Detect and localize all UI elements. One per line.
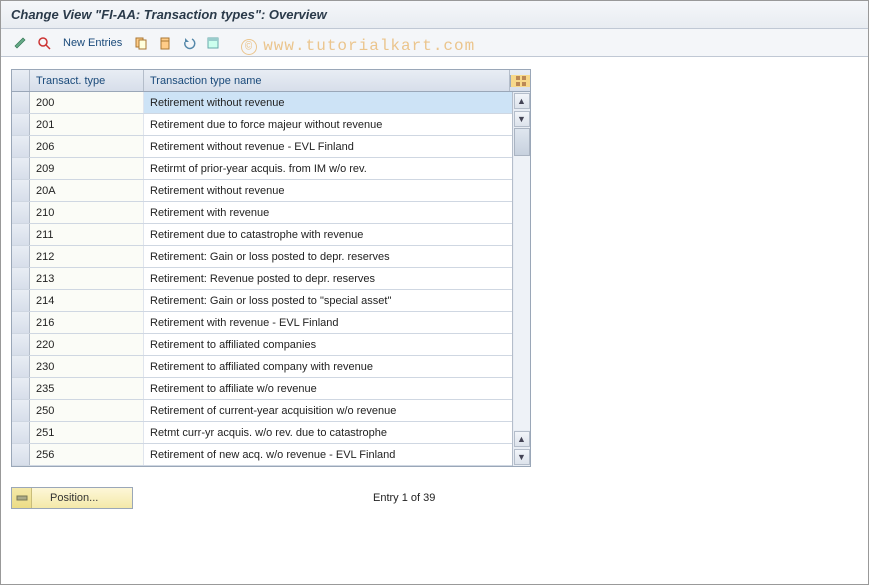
row-selector[interactable] xyxy=(12,400,30,421)
row-selector[interactable] xyxy=(12,378,30,399)
table-body: 200Retirement without revenue201Retireme… xyxy=(12,92,530,466)
cell-name[interactable]: Retirement to affiliated companies xyxy=(144,334,530,355)
cell-name[interactable]: Retirement of current-year acquisition w… xyxy=(144,400,530,421)
row-selector[interactable] xyxy=(12,136,30,157)
row-selector[interactable] xyxy=(12,224,30,245)
table-config-icon[interactable] xyxy=(510,75,530,87)
cell-type[interactable]: 20A xyxy=(30,180,144,201)
table-row[interactable]: 20ARetirement without revenue xyxy=(12,180,530,202)
table-row[interactable]: 250Retirement of current-year acquisitio… xyxy=(12,400,530,422)
cell-name[interactable]: Retirement of new acq. w/o revenue - EVL… xyxy=(144,444,530,465)
cell-name[interactable]: Retirement without revenue - EVL Finland xyxy=(144,136,530,157)
table-row[interactable]: 230Retirement to affiliated company with… xyxy=(12,356,530,378)
cell-type[interactable]: 209 xyxy=(30,158,144,179)
cell-type[interactable]: 214 xyxy=(30,290,144,311)
cell-type[interactable]: 216 xyxy=(30,312,144,333)
scroll-thumb[interactable] xyxy=(514,128,530,156)
scroll-track[interactable] xyxy=(514,128,530,430)
cell-name[interactable]: Retirement: Revenue posted to depr. rese… xyxy=(144,268,530,289)
row-selector[interactable] xyxy=(12,180,30,201)
table-row[interactable]: 256Retirement of new acq. w/o revenue - … xyxy=(12,444,530,466)
cell-name[interactable]: Retirement without revenue xyxy=(144,92,530,113)
row-selector[interactable] xyxy=(12,444,30,465)
page-header: Change View "FI-AA: Transaction types": … xyxy=(1,1,868,29)
vertical-scrollbar[interactable]: ▲ ▼ ▲ ▼ xyxy=(512,92,530,466)
cell-type[interactable]: 235 xyxy=(30,378,144,399)
cell-name[interactable]: Retirmt of prior-year acquis. from IM w/… xyxy=(144,158,530,179)
row-selector[interactable] xyxy=(12,290,30,311)
cell-type[interactable]: 206 xyxy=(30,136,144,157)
page-title: Change View "FI-AA: Transaction types": … xyxy=(11,7,327,22)
cell-name[interactable]: Retirement due to force majeur without r… xyxy=(144,114,530,135)
details-icon[interactable] xyxy=(35,34,53,52)
row-selector[interactable] xyxy=(12,114,30,135)
table-row[interactable]: 211Retirement due to catastrophe with re… xyxy=(12,224,530,246)
cell-name[interactable]: Retirement: Gain or loss posted to "spec… xyxy=(144,290,530,311)
scroll-up-icon[interactable]: ▲ xyxy=(514,93,530,109)
cell-type[interactable]: 200 xyxy=(30,92,144,113)
cell-type[interactable]: 220 xyxy=(30,334,144,355)
row-selector[interactable] xyxy=(12,202,30,223)
cell-name[interactable]: Retmt curr-yr acquis. w/o rev. due to ca… xyxy=(144,422,530,443)
table-row[interactable]: 209Retirmt of prior-year acquis. from IM… xyxy=(12,158,530,180)
scroll-down-icon[interactable]: ▼ xyxy=(514,449,530,465)
scroll-up-step-icon[interactable]: ▲ xyxy=(514,431,530,447)
row-selector[interactable] xyxy=(12,422,30,443)
table-row[interactable]: 235Retirement to affiliate w/o revenue xyxy=(12,378,530,400)
cell-type[interactable]: 212 xyxy=(30,246,144,267)
row-selector[interactable] xyxy=(12,312,30,333)
position-button[interactable]: Position... xyxy=(11,487,133,509)
toolbar: New Entries xyxy=(1,29,868,57)
table-row[interactable]: 220Retirement to affiliated companies xyxy=(12,334,530,356)
table-row[interactable]: 200Retirement without revenue xyxy=(12,92,530,114)
new-entries-button[interactable]: New Entries xyxy=(63,37,122,49)
cell-name[interactable]: Retirement due to catastrophe with reven… xyxy=(144,224,530,245)
cell-type[interactable]: 211 xyxy=(30,224,144,245)
cell-type[interactable]: 201 xyxy=(30,114,144,135)
position-icon xyxy=(12,488,32,508)
col-header-type[interactable]: Transact. type xyxy=(30,70,144,91)
table-row[interactable]: 251Retmt curr-yr acquis. w/o rev. due to… xyxy=(12,422,530,444)
cell-name[interactable]: Retirement with revenue - EVL Finland xyxy=(144,312,530,333)
table-row[interactable]: 216Retirement with revenue - EVL Finland xyxy=(12,312,530,334)
undo-icon[interactable] xyxy=(180,34,198,52)
cell-type[interactable]: 251 xyxy=(30,422,144,443)
row-selector[interactable] xyxy=(12,246,30,267)
table-row[interactable]: 201Retirement due to force majeur withou… xyxy=(12,114,530,136)
cell-type[interactable]: 256 xyxy=(30,444,144,465)
copy-icon[interactable] xyxy=(132,34,150,52)
transaction-table: Transact. type Transaction type name 200… xyxy=(11,69,531,467)
scroll-down-step-icon[interactable]: ▼ xyxy=(514,111,530,127)
cell-type[interactable]: 250 xyxy=(30,400,144,421)
cell-name[interactable]: Retirement without revenue xyxy=(144,180,530,201)
cell-type[interactable]: 230 xyxy=(30,356,144,377)
cell-type[interactable]: 210 xyxy=(30,202,144,223)
select-all-icon[interactable] xyxy=(204,34,222,52)
table-header: Transact. type Transaction type name xyxy=(12,70,530,92)
cell-name[interactable]: Retirement to affiliated company with re… xyxy=(144,356,530,377)
cell-name[interactable]: Retirement: Gain or loss posted to depr.… xyxy=(144,246,530,267)
toggle-icon[interactable] xyxy=(11,34,29,52)
row-selector[interactable] xyxy=(12,158,30,179)
table-row[interactable]: 213Retirement: Revenue posted to depr. r… xyxy=(12,268,530,290)
row-selector[interactable] xyxy=(12,334,30,355)
table-row[interactable]: 210Retirement with revenue xyxy=(12,202,530,224)
row-selector-header[interactable] xyxy=(12,70,30,91)
row-selector[interactable] xyxy=(12,356,30,377)
delete-icon[interactable] xyxy=(156,34,174,52)
row-selector[interactable] xyxy=(12,268,30,289)
footer: Position... Entry 1 of 39 xyxy=(1,467,868,519)
row-selector[interactable] xyxy=(12,92,30,113)
table-row[interactable]: 212Retirement: Gain or loss posted to de… xyxy=(12,246,530,268)
table-row[interactable]: 214Retirement: Gain or loss posted to "s… xyxy=(12,290,530,312)
col-header-name[interactable]: Transaction type name xyxy=(144,70,510,91)
position-label: Position... xyxy=(32,492,132,504)
table-row[interactable]: 206Retirement without revenue - EVL Finl… xyxy=(12,136,530,158)
cell-type[interactable]: 213 xyxy=(30,268,144,289)
cell-name[interactable]: Retirement to affiliate w/o revenue xyxy=(144,378,530,399)
cell-name[interactable]: Retirement with revenue xyxy=(144,202,530,223)
entry-status: Entry 1 of 39 xyxy=(373,492,435,504)
